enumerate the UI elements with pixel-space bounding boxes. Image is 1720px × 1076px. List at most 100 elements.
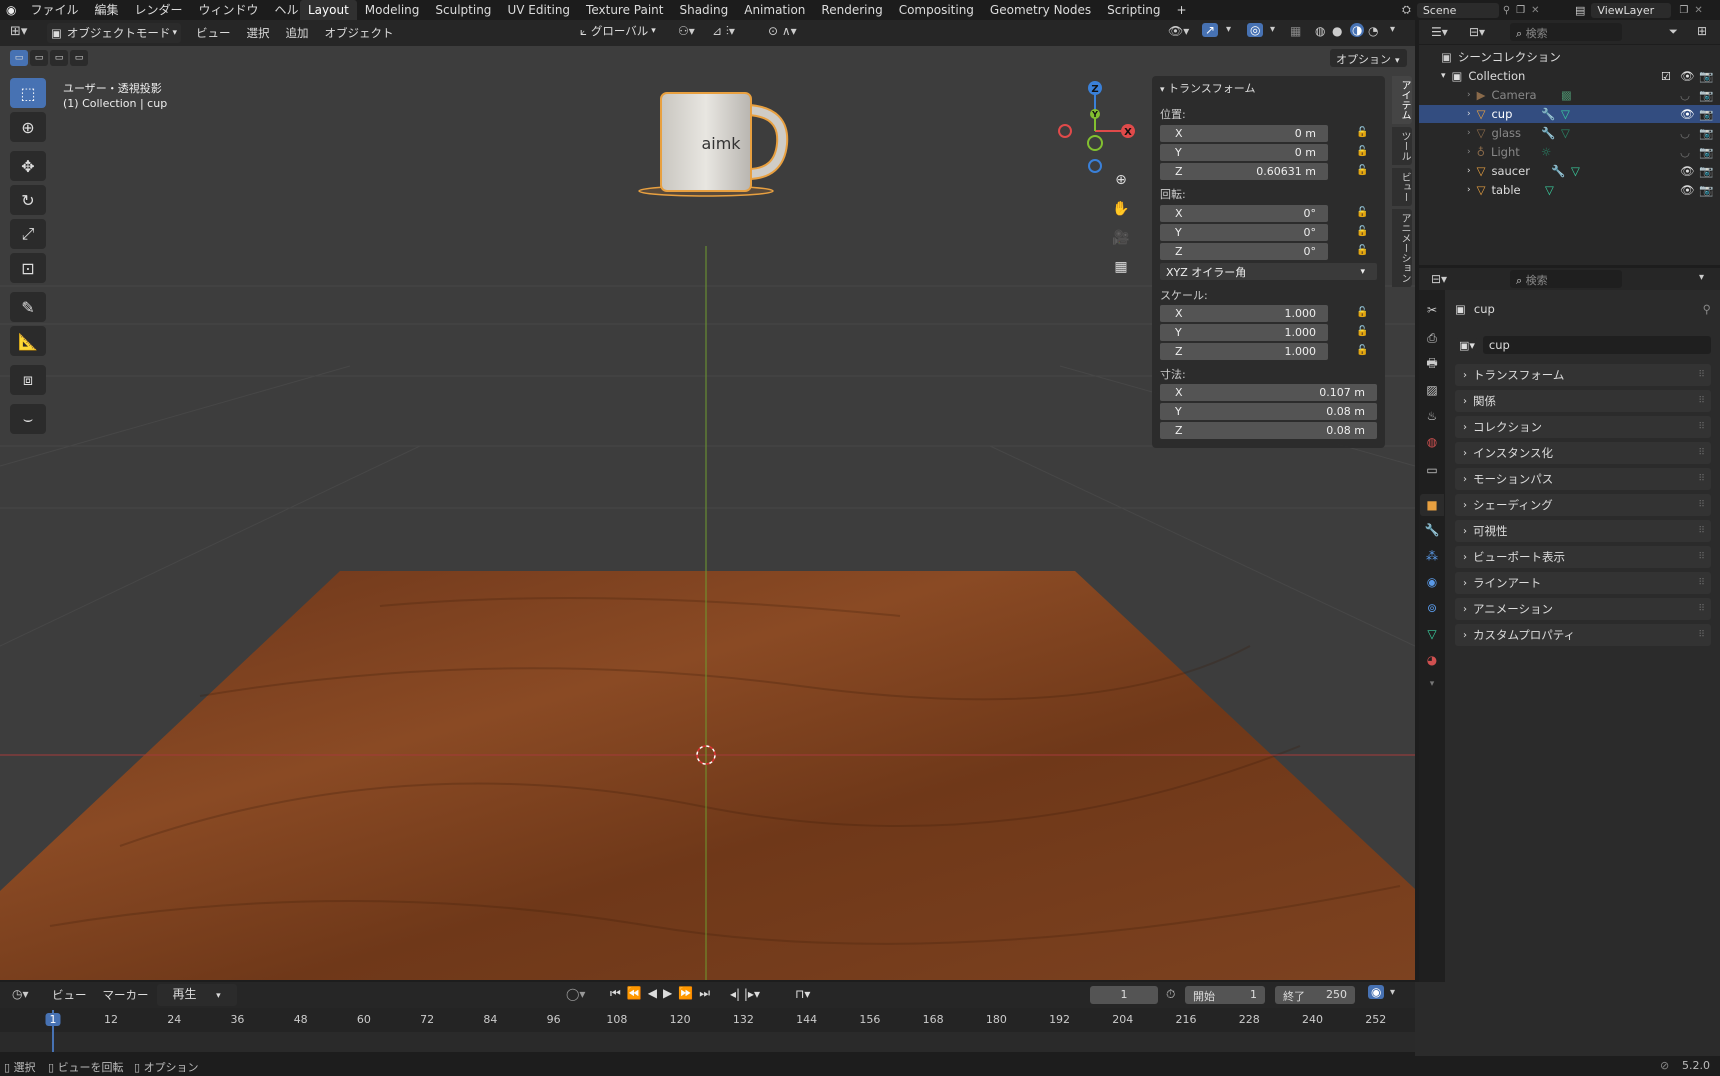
add-workspace-button[interactable]: + bbox=[1169, 0, 1195, 20]
add-cube-tool-icon[interactable]: ⧈ bbox=[10, 365, 46, 395]
render-properties-icon[interactable]: ⎙ bbox=[1422, 328, 1442, 348]
tab-texture-paint[interactable]: Texture Paint bbox=[578, 0, 671, 20]
outliner-item-cup[interactable]: › ▽ cup 🔧 ▽ 👁 📷 bbox=[1419, 105, 1720, 123]
constraint-properties-icon[interactable]: ⊚ bbox=[1422, 598, 1442, 618]
drag-handle-icon[interactable]: ⠿ bbox=[1698, 422, 1705, 432]
viewlayer-selector[interactable]: ▤ ViewLayer ❐ ✕ bbox=[1575, 1, 1717, 19]
lock-icon[interactable]: 🔓 bbox=[1356, 245, 1368, 256]
zoom-icon[interactable]: ⊕ bbox=[1110, 169, 1132, 191]
menu-edit[interactable]: 編集 bbox=[87, 0, 127, 20]
camera-render-icon[interactable]: 📷 bbox=[1699, 183, 1713, 197]
select-box-tool-icon[interactable]: ⬚ bbox=[10, 78, 46, 108]
lock-icon[interactable]: 🔓 bbox=[1356, 127, 1368, 138]
close-icon[interactable]: ✕ bbox=[1694, 5, 1702, 16]
section-custom-properties[interactable]: › カスタムプロパティ ⠿ bbox=[1455, 624, 1711, 646]
dimensions-x-field[interactable]: X 0.107 m bbox=[1160, 384, 1377, 401]
menu-add[interactable]: 追加 bbox=[278, 23, 317, 43]
timeline-menu-view[interactable]: ビュー bbox=[44, 985, 95, 1005]
location-z-field[interactable]: Z 0.60631 m bbox=[1160, 163, 1328, 180]
object-name-field[interactable]: cup bbox=[1482, 336, 1711, 354]
timeline-track[interactable] bbox=[0, 1032, 1415, 1052]
editor-type-icon[interactable]: ☰▾ bbox=[1431, 25, 1448, 39]
next-keyframe-icon[interactable]: ⏩ bbox=[678, 986, 693, 1001]
eye-icon[interactable]: 👁 bbox=[1680, 183, 1695, 197]
snap-icon[interactable]: ⊿ ⫶▾ bbox=[712, 24, 735, 39]
proportional-edit-icon[interactable]: ⊙ ∧▾ bbox=[768, 24, 797, 38]
rotation-y-field[interactable]: Y 0° bbox=[1160, 224, 1328, 241]
output-properties-icon[interactable]: 🖶 bbox=[1422, 354, 1442, 374]
eye-hidden-icon[interactable]: ◡ bbox=[1680, 126, 1690, 140]
rotate-tool-icon[interactable]: ↻ bbox=[10, 185, 46, 215]
viewlayer-name-field[interactable]: ViewLayer bbox=[1591, 2, 1672, 18]
drag-handle-icon[interactable]: ⠿ bbox=[1698, 578, 1705, 588]
play-reverse-icon[interactable]: ◀ bbox=[648, 986, 657, 1001]
material-shading-icon[interactable]: ◑ bbox=[1350, 23, 1365, 37]
select-extend-icon[interactable]: ▭ bbox=[30, 50, 48, 66]
tab-item[interactable]: アイテム bbox=[1392, 76, 1412, 124]
camera-render-icon[interactable]: 📷 bbox=[1699, 88, 1713, 102]
options-dropdown[interactable]: オプション ▾ bbox=[1330, 49, 1407, 67]
snap-timeline-icon[interactable]: ⊓▾ bbox=[795, 987, 810, 1001]
rotation-x-field[interactable]: X 0° bbox=[1160, 205, 1328, 222]
visibility-icon[interactable]: 👁▾ bbox=[1168, 24, 1189, 38]
drag-handle-icon[interactable]: ⠿ bbox=[1698, 500, 1705, 510]
overlay-toggle-icon[interactable]: ◎ bbox=[1247, 23, 1264, 37]
table-top[interactable] bbox=[0, 571, 1415, 980]
curve-tool-icon[interactable]: ⌣ bbox=[10, 404, 46, 434]
outliner-item-table[interactable]: › ▽ table ▽ 👁 📷 bbox=[1419, 181, 1720, 199]
tab-uv-editing[interactable]: UV Editing bbox=[499, 0, 578, 20]
select-new-icon[interactable]: ▭ bbox=[10, 50, 28, 66]
drag-handle-icon[interactable]: ⠿ bbox=[1698, 370, 1705, 380]
tab-geometry-nodes[interactable]: Geometry Nodes bbox=[982, 0, 1099, 20]
gizmo-toggle-icon[interactable]: ↗ bbox=[1202, 23, 1219, 37]
menu-file[interactable]: ファイル bbox=[22, 0, 86, 20]
camera-view-icon[interactable]: 🎥 bbox=[1110, 227, 1132, 249]
tab-scripting[interactable]: Scripting bbox=[1099, 0, 1168, 20]
material-properties-icon[interactable]: ◕ bbox=[1422, 650, 1442, 670]
eye-hidden-icon[interactable]: ◡ bbox=[1680, 145, 1690, 159]
cup-object[interactable]: aimk bbox=[638, 92, 789, 197]
end-frame-field[interactable]: 終了 250 bbox=[1275, 986, 1355, 1004]
mode-dropdown[interactable]: ▣ オブジェクトモード ▾ bbox=[47, 23, 181, 43]
collection-row[interactable]: ▾ ▣ Collection ☑ 👁 📷 bbox=[1419, 67, 1720, 85]
editor-type-icon[interactable]: ⊞▾ bbox=[10, 24, 27, 39]
drag-handle-icon[interactable]: ⠿ bbox=[1698, 448, 1705, 458]
checkbox-icon[interactable]: ☑ bbox=[1661, 70, 1671, 83]
section-collection[interactable]: › コレクション ⠿ bbox=[1455, 416, 1711, 438]
eye-icon[interactable]: 👁 bbox=[1680, 164, 1695, 178]
eye-icon[interactable]: 👁 bbox=[1680, 107, 1695, 121]
drag-handle-icon[interactable]: ⠿ bbox=[1698, 604, 1705, 614]
start-frame-field[interactable]: 開始 1 bbox=[1185, 986, 1265, 1004]
scale-x-field[interactable]: X 1.000 bbox=[1160, 305, 1328, 322]
section-line-art[interactable]: › ラインアート ⠿ bbox=[1455, 572, 1711, 594]
rendered-shading-icon[interactable]: ◔ bbox=[1368, 24, 1378, 38]
section-viewport-display[interactable]: › ビューポート表示 ⠿ bbox=[1455, 546, 1711, 568]
tool-settings-icon[interactable]: ✂ bbox=[1422, 300, 1442, 320]
tab-rendering[interactable]: Rendering bbox=[813, 0, 890, 20]
chevron-down-icon[interactable]: ▾ bbox=[1422, 676, 1442, 692]
chevron-down-icon[interactable]: ▾ bbox=[1226, 24, 1231, 35]
lock-icon[interactable]: 🔓 bbox=[1356, 307, 1368, 318]
lock-icon[interactable]: 🔓 bbox=[1356, 146, 1368, 157]
menu-window[interactable]: ウィンドウ bbox=[191, 0, 267, 20]
pivot-icon[interactable]: ⚇▾ bbox=[678, 24, 695, 38]
data-properties-icon[interactable]: ▽ bbox=[1422, 624, 1442, 644]
pan-hand-icon[interactable]: ✋ bbox=[1110, 198, 1132, 220]
chevron-down-icon[interactable]: ▾ bbox=[1390, 24, 1395, 35]
editor-type-icon[interactable]: ◷▾ bbox=[12, 987, 29, 1001]
outliner-item-glass[interactable]: › ▽ glass 🔧 ▽ ◡ 📷 bbox=[1419, 124, 1720, 142]
blender-logo-icon[interactable]: ◉ bbox=[0, 0, 22, 20]
scene-properties-icon[interactable]: ♨ bbox=[1422, 406, 1442, 426]
scale-z-field[interactable]: Z 1.000 bbox=[1160, 343, 1328, 360]
chevron-down-icon[interactable]: ▾ bbox=[1270, 24, 1275, 35]
chevron-down-icon[interactable]: ▾ bbox=[1699, 272, 1704, 283]
navigation-gizmo[interactable]: Z X Y bbox=[1050, 76, 1140, 176]
rotation-mode-dropdown[interactable]: XYZ オイラー角 ▾ bbox=[1160, 263, 1377, 280]
wireframe-shading-icon[interactable]: ◍ bbox=[1315, 24, 1325, 38]
scale-y-field[interactable]: Y 1.000 bbox=[1160, 324, 1328, 341]
modifier-properties-icon[interactable]: 🔧 bbox=[1422, 520, 1442, 540]
camera-render-icon[interactable]: 📷 bbox=[1699, 164, 1713, 178]
jump-start-icon[interactable]: ⏮ bbox=[610, 986, 621, 1001]
tab-animation[interactable]: Animation bbox=[736, 0, 813, 20]
menu-select[interactable]: 選択 bbox=[239, 23, 278, 43]
